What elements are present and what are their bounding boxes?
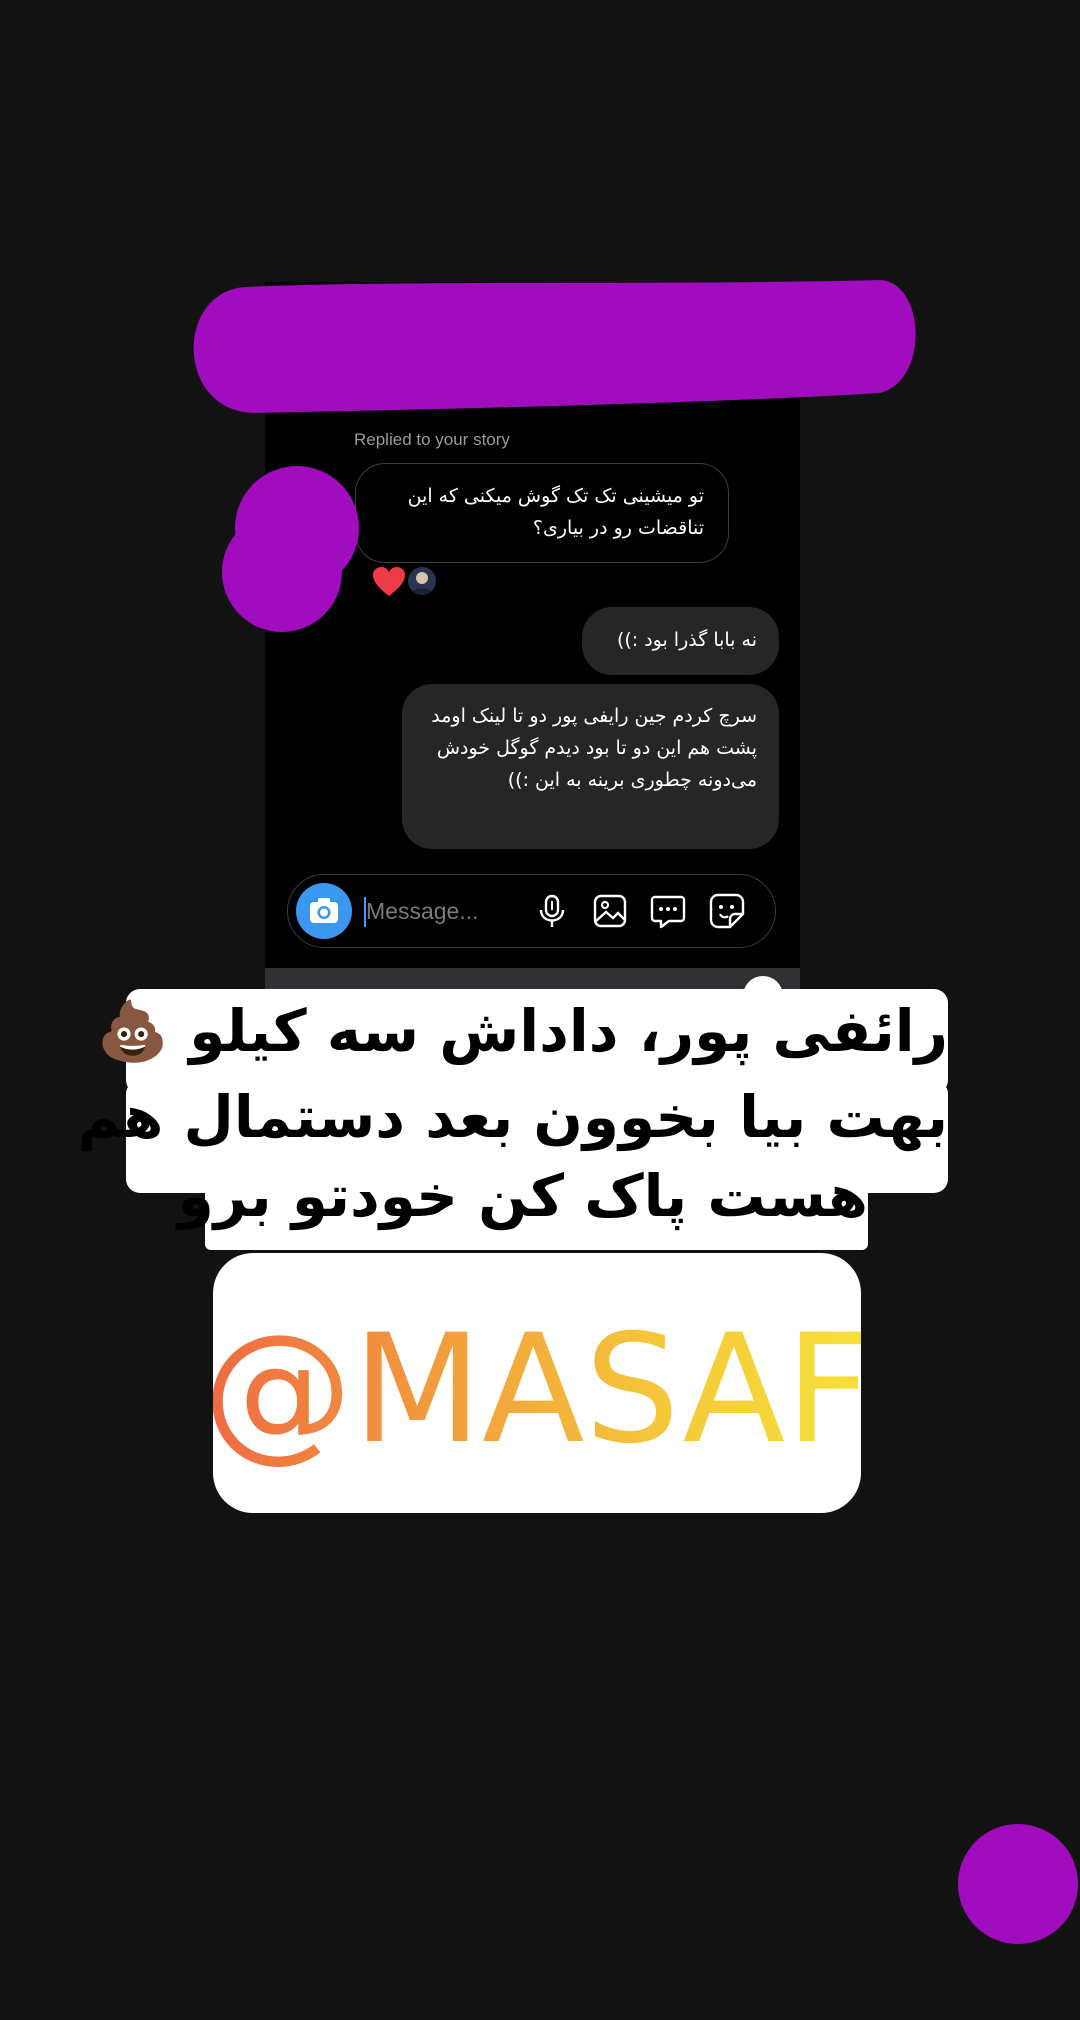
replied-to-story-label: Replied to your story xyxy=(354,430,510,449)
caption-line: هست پاک کن خودتو برو xyxy=(177,1162,868,1230)
message-input[interactable] xyxy=(366,893,516,929)
microphone-icon[interactable] xyxy=(533,892,571,930)
outgoing-message: نه بابا گذرا بود :)) xyxy=(582,607,779,675)
chat-bubble-icon[interactable] xyxy=(649,892,687,930)
incoming-message: تو میشینی تک تک گوش میکنی که این تناقضات… xyxy=(355,463,729,563)
reactor-avatar xyxy=(406,565,438,597)
caption-line: بهت بیا بخوون بعد دستمال هم xyxy=(77,1083,948,1151)
sticker-icon[interactable] xyxy=(708,892,746,930)
mention-graphic: @MASAF xyxy=(213,1303,861,1477)
heart-reaction-icon xyxy=(373,567,405,596)
camera-button[interactable] xyxy=(296,883,352,939)
mention-sticker[interactable]: @MASAF xyxy=(213,1253,861,1513)
camera-icon xyxy=(310,898,338,923)
gallery-icon[interactable] xyxy=(591,892,629,930)
caption-line: رائفی پور، داداش سه کیلو 💩 xyxy=(96,997,948,1065)
mention-text: @MASAF xyxy=(213,1303,861,1477)
corner-redaction xyxy=(958,1824,1078,1944)
message-composer xyxy=(287,874,776,948)
outgoing-message: سرچ کردم جین رایفی پور دو تا لینک اومد پ… xyxy=(402,684,779,849)
